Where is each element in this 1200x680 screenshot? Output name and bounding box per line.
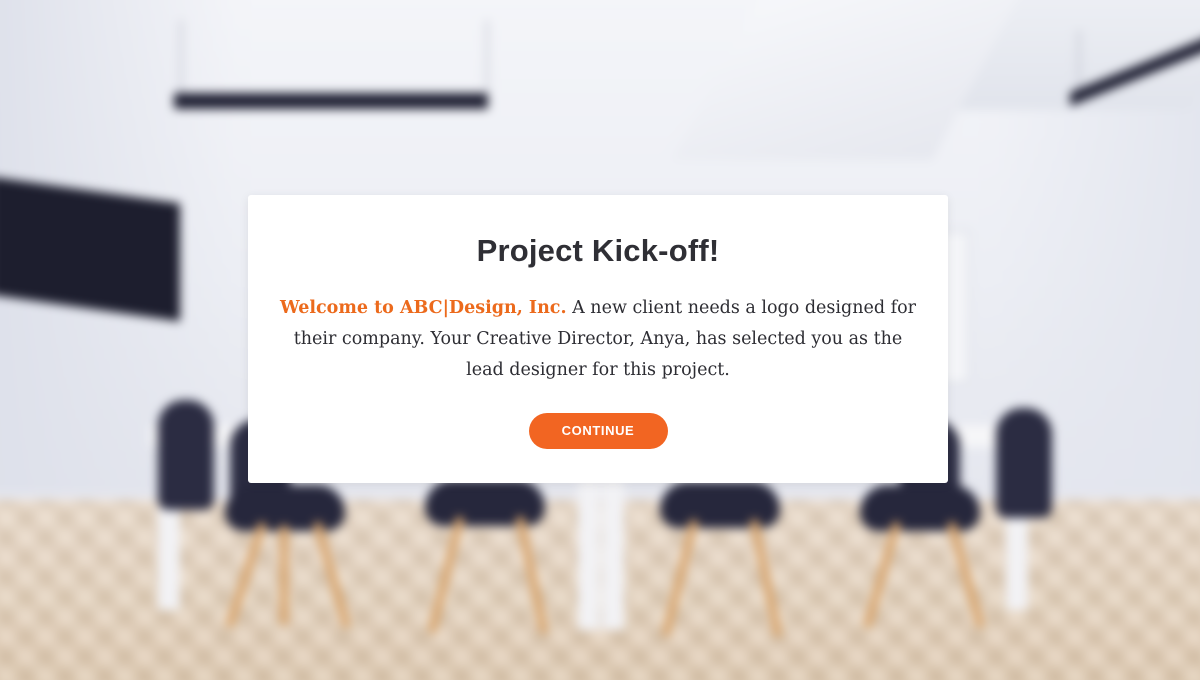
background-chair-seat: [660, 482, 780, 528]
continue-button[interactable]: CONTINUE: [528, 413, 668, 449]
background-chair-seat: [860, 485, 980, 531]
background-chair: [158, 400, 214, 510]
background-light-wire: [486, 20, 488, 96]
background-chair: [996, 408, 1052, 518]
background-ceiling-light: [174, 93, 488, 109]
modal-title: Project Kick-off!: [476, 233, 720, 268]
kickoff-modal: Project Kick-off! Welcome to ABC|Design,…: [248, 195, 948, 483]
modal-body-text: Welcome to ABC|Design, Inc. A new client…: [278, 293, 918, 386]
background-chair-leg: [280, 525, 288, 625]
background-light-wire: [180, 20, 182, 96]
company-welcome-highlight: Welcome to ABC|Design, Inc.: [280, 298, 567, 318]
background-chair-seat: [425, 480, 545, 526]
